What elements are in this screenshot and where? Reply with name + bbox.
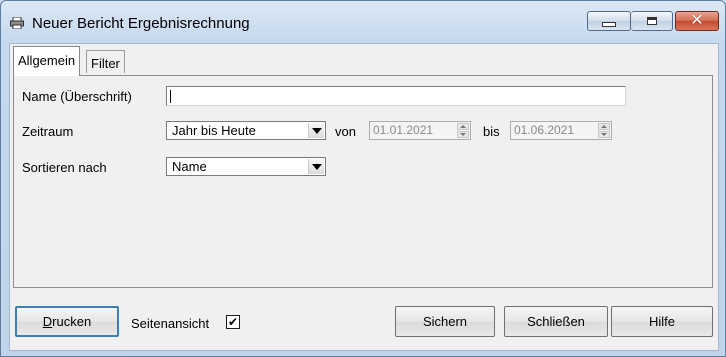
close-button[interactable]: ✕	[675, 11, 719, 31]
bis-date-value: 01.06.2021	[514, 123, 575, 137]
von-label: von	[335, 124, 356, 139]
bis-label: bis	[483, 124, 500, 139]
bis-spin-down-button[interactable]	[598, 131, 610, 138]
checkmark-icon: ✔	[227, 315, 239, 329]
arrow-up-icon	[460, 125, 466, 128]
title-bar[interactable]: Neuer Bericht Ergebnisrechnung ✕	[1, 1, 725, 45]
bis-date-spinner[interactable]: 01.06.2021	[510, 121, 612, 140]
report-dialog-window: Neuer Bericht Ergebnisrechnung ✕ Allgeme…	[0, 0, 726, 357]
zeitraum-dropdown-button[interactable]	[308, 123, 324, 138]
maximize-button[interactable]	[631, 11, 673, 31]
von-spin-up-button[interactable]	[457, 123, 469, 130]
sortieren-select-value: Name	[172, 159, 207, 174]
zeitraum-select-value: Jahr bis Heute	[172, 123, 256, 138]
tab-panel-allgemein: Name (Überschrift) Zeitraum Jahr bis Heu…	[13, 75, 713, 288]
sortieren-dropdown-button[interactable]	[308, 159, 324, 174]
drucken-button[interactable]: Drucken	[15, 306, 119, 337]
sortieren-select[interactable]: Name	[166, 157, 326, 176]
tab-allgemein[interactable]: Allgemein	[13, 46, 81, 76]
von-date-spinner[interactable]: 01.01.2021	[369, 121, 471, 140]
close-icon: ✕	[690, 12, 704, 29]
maximize-icon	[646, 17, 657, 25]
hilfe-button[interactable]: Hilfe	[611, 306, 713, 337]
schliessen-button[interactable]: Schließen	[504, 306, 608, 337]
zeitraum-select[interactable]: Jahr bis Heute	[166, 121, 326, 140]
zeitraum-label: Zeitraum	[22, 124, 74, 139]
arrow-up-icon	[601, 125, 607, 128]
bis-spin-up-button[interactable]	[598, 123, 610, 130]
von-spin-down-button[interactable]	[457, 131, 469, 138]
sichern-button[interactable]: Sichern	[395, 306, 495, 337]
dialog-client-area: Allgemein Filter Name (Überschrift) Zeit…	[9, 43, 719, 351]
minimize-icon	[602, 21, 616, 27]
hilfe-button-label: Hilfe	[648, 314, 675, 329]
drucken-button-label: Drucken	[42, 314, 92, 329]
chevron-down-icon	[311, 163, 322, 170]
seitenansicht-checkbox[interactable]: ✔	[226, 315, 240, 329]
text-caret	[170, 90, 171, 103]
arrow-down-icon	[601, 133, 607, 136]
tab-filter[interactable]: Filter	[86, 50, 125, 73]
sichern-button-label: Sichern	[422, 314, 468, 329]
printer-icon	[10, 17, 24, 29]
seitenansicht-label: Seitenansicht	[131, 316, 210, 331]
name-label: Name (Überschrift)	[22, 89, 132, 104]
sortieren-label: Sortieren nach	[22, 160, 107, 175]
schliessen-button-label: Schließen	[527, 314, 585, 329]
name-input[interactable]	[166, 86, 626, 106]
chevron-down-icon	[311, 127, 322, 134]
window-title: Neuer Bericht Ergebnisrechnung	[32, 15, 250, 32]
minimize-button[interactable]	[587, 11, 631, 31]
von-date-value: 01.01.2021	[373, 123, 434, 137]
arrow-down-icon	[460, 133, 466, 136]
